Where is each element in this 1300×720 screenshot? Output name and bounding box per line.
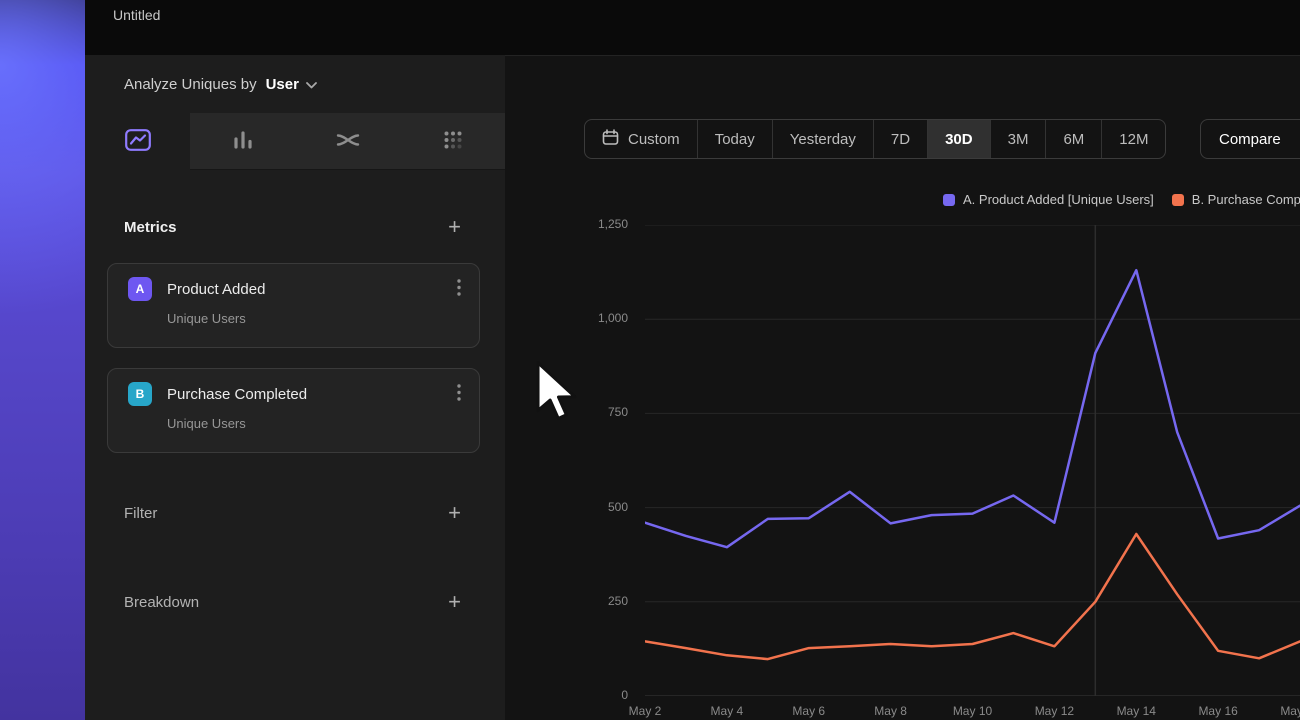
metric-counting-method[interactable]: Unique Users [167, 416, 463, 431]
metric-card-b[interactable]: B Purchase Completed Unique Users [107, 368, 480, 453]
y-axis-label: 1,000 [545, 311, 628, 325]
x-axis-label: May 2 [615, 704, 675, 718]
x-axis-label: May 6 [779, 704, 839, 718]
range-3m[interactable]: 3M [990, 120, 1046, 158]
query-panel: Analyze Uniques by User [85, 55, 505, 720]
x-axis-label: May 18 [1270, 704, 1300, 718]
analyze-by-value: User [266, 76, 299, 93]
line-chart-svg[interactable] [645, 225, 1300, 696]
breakdown-label: Breakdown [124, 594, 199, 611]
metric-title: Purchase Completed [167, 386, 307, 403]
x-axis-label: May 8 [861, 704, 921, 718]
tab-insights[interactable] [85, 113, 190, 170]
legend-item-b[interactable]: B. Purchase Completed [Unique Users] [1172, 192, 1300, 207]
tab-flows[interactable] [295, 113, 400, 170]
add-filter-button[interactable]: + [446, 502, 463, 524]
breakdown-section-header: Breakdown + [85, 584, 505, 620]
y-axis-label: 750 [545, 405, 628, 419]
bar-chart-icon [232, 129, 254, 154]
x-axis-label: May 4 [697, 704, 757, 718]
flows-icon [336, 130, 360, 153]
analyze-label: Analyze Uniques by [124, 76, 257, 93]
analyze-header: Analyze Uniques by User [85, 55, 505, 113]
document-title[interactable]: Untitled [113, 7, 160, 23]
insights-chart-icon [125, 129, 151, 154]
compare-button[interactable]: Compare [1200, 119, 1300, 159]
range-30d[interactable]: 30D [927, 120, 990, 158]
x-axis-label: May 14 [1106, 704, 1166, 718]
y-axis-label: 1,250 [545, 217, 628, 231]
range-7d[interactable]: 7D [873, 120, 927, 158]
chart-panel: Custom Today Yesterday 7D 30D 3M 6M 12M … [505, 55, 1300, 720]
range-today[interactable]: Today [697, 120, 772, 158]
left-gradient-strip [0, 0, 85, 720]
metric-card-a[interactable]: A Product Added Unique Users [107, 263, 480, 348]
add-breakdown-button[interactable]: + [446, 591, 463, 613]
metric-options-button[interactable] [455, 277, 463, 301]
top-bar: Untitled [85, 0, 1300, 55]
add-metric-button[interactable]: + [446, 216, 463, 238]
chevron-down-icon [306, 77, 317, 92]
x-axis-label: May 12 [1024, 704, 1084, 718]
metrics-label: Metrics [124, 219, 177, 236]
legend-swatch-a [943, 194, 955, 206]
calendar-icon [602, 129, 619, 150]
x-axis-label: May 10 [943, 704, 1003, 718]
retention-grid-icon [442, 129, 464, 154]
chart-legend: A. Product Added [Unique Users] B. Purch… [943, 192, 1300, 207]
metric-counting-method[interactable]: Unique Users [167, 311, 463, 326]
range-12m[interactable]: 12M [1101, 120, 1165, 158]
range-custom[interactable]: Custom [585, 120, 697, 158]
report-type-tabs [85, 113, 505, 170]
range-6m[interactable]: 6M [1045, 120, 1101, 158]
tab-funnels[interactable] [190, 113, 295, 170]
metric-options-button[interactable] [455, 382, 463, 406]
legend-swatch-b [1172, 194, 1184, 206]
filter-label: Filter [124, 505, 157, 522]
app-screen: Untitled Analyze Uniques by User [0, 0, 1300, 720]
analyze-by-dropdown[interactable]: User [266, 76, 317, 93]
y-axis-label: 500 [545, 500, 628, 514]
y-axis-label: 250 [545, 594, 628, 608]
line-chart-plot[interactable] [645, 225, 1300, 696]
x-axis-label: May 16 [1188, 704, 1248, 718]
filter-section-header: Filter + [85, 495, 505, 531]
tab-retention[interactable] [400, 113, 505, 170]
metric-title: Product Added [167, 281, 265, 298]
legend-item-a[interactable]: A. Product Added [Unique Users] [943, 192, 1154, 207]
metrics-section-header: Metrics + [85, 209, 505, 245]
metric-badge-b: B [128, 382, 152, 406]
metric-badge-a: A [128, 277, 152, 301]
date-range-group: Custom Today Yesterday 7D 30D 3M 6M 12M [584, 119, 1166, 159]
y-axis-label: 0 [545, 688, 628, 702]
range-yesterday[interactable]: Yesterday [772, 120, 873, 158]
